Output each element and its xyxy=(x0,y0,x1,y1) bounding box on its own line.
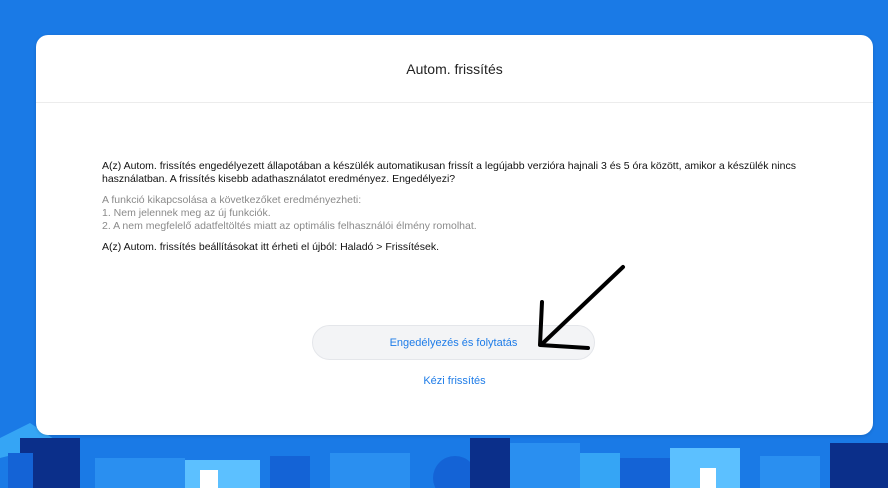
notes-heading: A funkció kikapcsolása a következőket er… xyxy=(102,194,362,206)
manual-update-link[interactable]: Kézi frissítés xyxy=(36,375,873,387)
dialog-title: Autom. frissítés xyxy=(406,60,503,77)
notes-item-2: 2. A nem megfelelő adatfeltöltés miatt a… xyxy=(102,220,477,232)
page-background: Autom. frissítés A(z) Autom. frissítés e… xyxy=(0,0,888,488)
dialog-body: A(z) Autom. frissítés engedélyezett álla… xyxy=(102,160,817,254)
auto-update-dialog: Autom. frissítés A(z) Autom. frissítés e… xyxy=(36,35,873,435)
notes-item-1: 1. Nem jelennek meg az új funkciók. xyxy=(102,207,271,219)
intro-text: A(z) Autom. frissítés engedélyezett álla… xyxy=(102,160,796,185)
dialog-header: Autom. frissítés xyxy=(36,35,873,103)
enable-and-continue-button[interactable]: Engedélyezés és folytatás xyxy=(312,325,595,360)
settings-hint: A(z) Autom. frissítés beállításokat itt … xyxy=(102,241,440,253)
manual-update-label[interactable]: Kézi frissítés xyxy=(423,375,485,387)
notes-block: A funkció kikapcsolása a következőket er… xyxy=(102,194,817,233)
